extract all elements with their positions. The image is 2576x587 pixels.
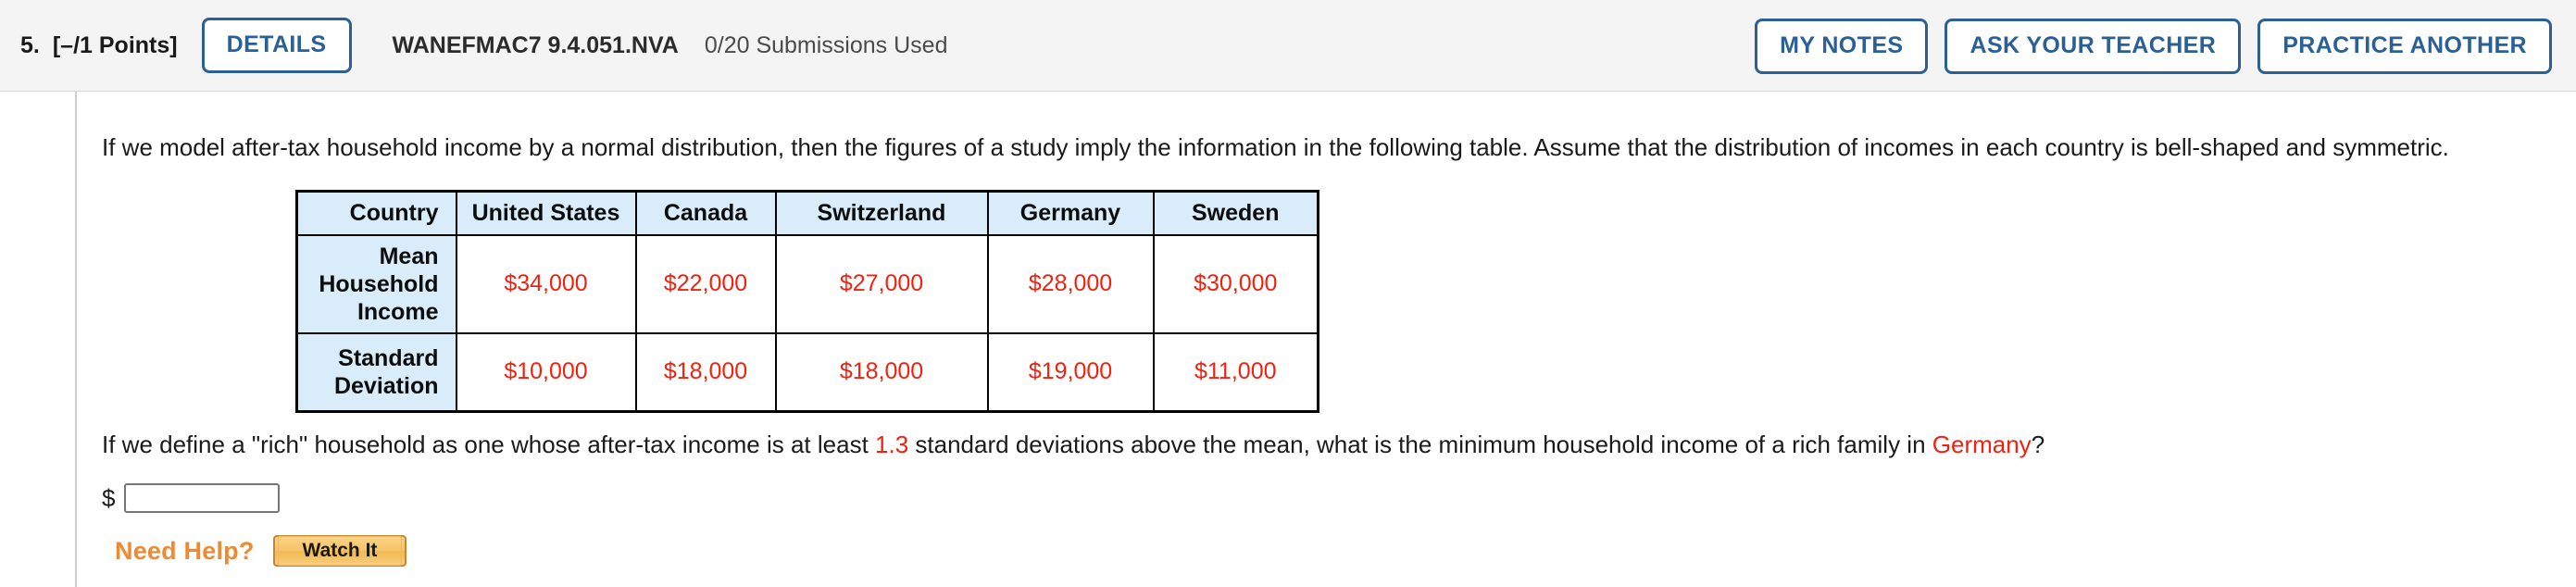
question-body: If we model after-tax household income b…	[0, 92, 2576, 587]
cell-sd-sweden: $11,000	[1152, 331, 1319, 413]
watch-it-button[interactable]: Watch It	[272, 535, 407, 567]
table-row-label-mean-household-income: Mean Household Income	[295, 233, 457, 334]
cell-sd-switzerland: $18,000	[774, 331, 989, 413]
answer-row: $	[102, 483, 2576, 513]
points-label: [–/1 Points]	[52, 31, 178, 58]
question-text-part-2: standard deviations above the mean, what…	[908, 431, 1932, 458]
cell-mean-switzerland: $27,000	[774, 233, 989, 334]
cell-mean-sweden: $30,000	[1152, 233, 1319, 334]
income-table: Country United States Canada Switzerland…	[295, 190, 1319, 413]
question-text-part-1: If we define a "rich" household as one w…	[102, 431, 876, 458]
question-text-part-3: ?	[2031, 431, 2045, 458]
table-col-header-germany: Germany	[986, 190, 1155, 236]
question-prompt: If we define a "rich" household as one w…	[102, 430, 2576, 459]
cell-mean-united-states: $34,000	[455, 233, 637, 334]
practice-another-button[interactable]: PRACTICE ANOTHER	[2257, 18, 2552, 74]
header-right-group: MY NOTES ASK YOUR TEACHER PRACTICE ANOTH…	[1755, 0, 2552, 92]
table-col-header-sweden: Sweden	[1152, 190, 1319, 236]
table-corner-header: Country	[295, 190, 457, 236]
my-notes-button[interactable]: MY NOTES	[1755, 18, 1929, 74]
need-help-row: Need Help? Watch It	[115, 535, 2576, 567]
details-button[interactable]: DETAILS	[201, 18, 352, 73]
table-col-header-united-states: United States	[455, 190, 637, 236]
watch-it-button-label: Watch It	[277, 536, 403, 566]
question-number: 5.	[20, 31, 40, 58]
question-country-value: Germany	[1932, 431, 2032, 458]
table-header-row: Country United States Canada Switzerland…	[295, 190, 1319, 236]
cell-sd-united-states: $10,000	[455, 331, 637, 413]
table-row: Standard Deviation $10,000 $18,000 $18,0…	[295, 331, 1319, 413]
problem-code: WANEFMAC7 9.4.051.NVA	[392, 31, 679, 58]
income-table-container: Country United States Canada Switzerland…	[295, 190, 2576, 413]
dollar-sign-label: $	[102, 484, 116, 512]
problem-intro-text: If we model after-tax household income b…	[102, 133, 2449, 161]
table-col-header-switzerland: Switzerland	[774, 190, 989, 236]
need-help-label: Need Help?	[115, 536, 255, 565]
table-header: Country United States Canada Switzerland…	[295, 190, 1319, 236]
ask-your-teacher-button[interactable]: ASK YOUR TEACHER	[1945, 18, 2242, 74]
cell-mean-germany: $28,000	[986, 233, 1155, 334]
submissions-used: 0/20 Submissions Used	[704, 31, 948, 58]
header-left-group: 5. [–/1 Points] DETAILS WANEFMAC7 9.4.05…	[0, 18, 947, 73]
table-row: Mean Household Income $34,000 $22,000 $2…	[295, 233, 1319, 334]
table-body: Mean Household Income $34,000 $22,000 $2…	[295, 233, 1319, 413]
question-zscore-value: 1.3	[875, 431, 909, 458]
table-col-header-canada: Canada	[634, 190, 777, 236]
cell-mean-canada: $22,000	[634, 233, 777, 334]
question-header-bar: 5. [–/1 Points] DETAILS WANEFMAC7 9.4.05…	[0, 0, 2576, 92]
answer-input[interactable]	[124, 483, 281, 513]
cell-sd-germany: $19,000	[986, 331, 1155, 413]
cell-sd-canada: $18,000	[634, 331, 777, 413]
table-row-label-standard-deviation: Standard Deviation	[295, 331, 457, 413]
left-rail-divider	[75, 92, 77, 587]
question-content: If we model after-tax household income b…	[102, 92, 2576, 567]
